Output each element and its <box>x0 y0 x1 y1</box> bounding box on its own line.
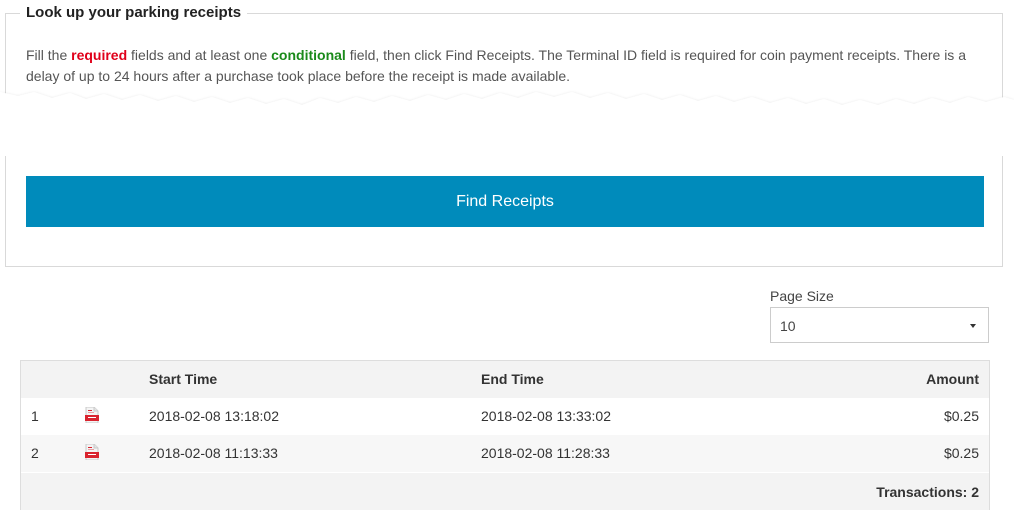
page-size-select[interactable]: 10 <box>770 307 989 343</box>
pdf-icon[interactable] <box>85 407 99 423</box>
table-row[interactable]: 1 2018-02-08 13:18:02 2018-02-08 13:33:0… <box>21 398 989 435</box>
required-keyword: required <box>71 47 128 63</box>
conditional-keyword: conditional <box>271 47 346 63</box>
instructions-text-1: Fill the <box>26 47 72 63</box>
find-receipts-button[interactable]: Find Receipts <box>26 176 984 227</box>
caret-down-icon <box>970 324 976 328</box>
start-time-cell: 2018-02-08 13:18:02 <box>149 408 279 424</box>
pdf-icon[interactable] <box>85 444 99 460</box>
end-time-cell: 2018-02-08 11:28:33 <box>481 445 610 461</box>
receipts-table: Start Time End Time Amount 1 2018-02-08 … <box>20 360 990 510</box>
amount-cell: $0.25 <box>943 408 979 424</box>
row-index: 1 <box>31 408 39 424</box>
start-time-cell: 2018-02-08 11:13:33 <box>149 445 278 461</box>
column-header-start-time[interactable]: Start Time <box>149 371 217 387</box>
table-header-row: Start Time End Time Amount <box>21 361 989 398</box>
table-row[interactable]: 2 2018-02-08 11:13:33 2018-02-08 11:28:3… <box>21 435 989 472</box>
form-instructions: Fill the required fields and at least on… <box>26 45 986 87</box>
row-index: 2 <box>31 445 39 461</box>
torn-edge-divider <box>0 92 1014 156</box>
column-header-amount[interactable]: Amount <box>926 371 979 387</box>
page-size-label: Page Size <box>770 288 834 304</box>
amount-cell: $0.25 <box>943 445 979 461</box>
transactions-count: Transactions: 2 <box>876 484 979 500</box>
table-footer-row: Transactions: 2 <box>21 473 989 510</box>
page-size-value: 10 <box>780 318 796 334</box>
form-legend: Look up your parking receipts <box>20 4 248 21</box>
column-header-end-time[interactable]: End Time <box>481 371 544 387</box>
instructions-text-2: fields and at least one <box>127 47 272 63</box>
end-time-cell: 2018-02-08 13:33:02 <box>481 408 611 424</box>
